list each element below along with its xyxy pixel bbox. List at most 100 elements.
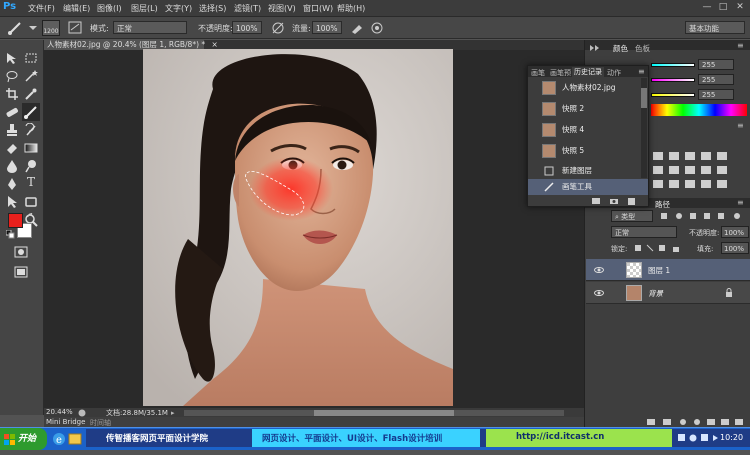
brush-preset-dropdown[interactable] (28, 20, 38, 34)
move-tool-icon[interactable] (5, 51, 19, 65)
brush-tool-active-icon[interactable] (22, 103, 40, 121)
menu-view[interactable]: 视图(V) (268, 3, 296, 14)
tab-color[interactable]: 颜色 (613, 43, 628, 54)
banner-url[interactable]: http://icd.itcast.cn (516, 432, 604, 442)
menu-image[interactable]: 图像(I) (97, 3, 122, 14)
history-snapshot[interactable]: 人物素材02.jpg (528, 78, 640, 98)
history-panel-menu-icon[interactable]: ≡ (638, 67, 648, 76)
taskbar-app-icon[interactable] (68, 432, 82, 446)
quick-mask-icon[interactable] (14, 245, 28, 259)
blur-tool-icon[interactable] (5, 159, 19, 173)
history-footer-icons[interactable] (588, 196, 648, 206)
menu-filter[interactable]: 滤镜(T) (234, 3, 261, 14)
history-step-active[interactable]: 画笔工具 (528, 179, 648, 195)
green-slider[interactable] (651, 78, 695, 82)
menu-layer[interactable]: 图层(L) (131, 3, 158, 14)
red-slider[interactable] (651, 63, 695, 67)
menu-file[interactable]: 文件(F) (28, 3, 55, 14)
document-tab-close-icon[interactable]: × (212, 40, 218, 49)
swap-colors-icon[interactable] (27, 212, 36, 222)
blend-mode-dropdown[interactable]: 正常 (611, 226, 677, 238)
tab-actions[interactable]: 动作 (607, 68, 621, 78)
opacity-field[interactable]: 100% (232, 21, 262, 34)
layer-fill-field[interactable]: 100% (721, 242, 749, 254)
opacity-label: 不透明度: (198, 24, 233, 33)
layer-row-background[interactable]: 背景 (586, 282, 750, 304)
dodge-tool-icon[interactable] (24, 159, 38, 173)
history-snapshot[interactable]: 快照 4 (528, 120, 640, 140)
collapse-panels-icon[interactable] (588, 43, 606, 53)
type-tool-icon[interactable]: T (24, 175, 38, 189)
layer-filter-value: 类型 (621, 213, 636, 221)
brush-size-preview[interactable]: 1200 (42, 20, 60, 36)
maximize-button[interactable]: □ (716, 1, 730, 14)
color-panel-menu-icon[interactable]: ≡ (737, 42, 747, 50)
brush-tool-icon[interactable] (6, 20, 24, 36)
zoom-level[interactable]: 20.44% (46, 408, 73, 416)
history-brush-tool-icon[interactable] (24, 122, 38, 137)
layer-name[interactable]: 背景 (648, 288, 663, 299)
taskbar-ie-icon[interactable]: e (52, 432, 66, 446)
screen-mode-icon[interactable] (14, 265, 28, 279)
flow-field[interactable]: 100% (312, 21, 342, 34)
green-value[interactable]: 255 (698, 74, 734, 85)
tab-brush-presets[interactable]: 画笔预 (550, 68, 571, 78)
minimize-button[interactable]: — (700, 1, 714, 14)
mode-dropdown[interactable]: 正常 (113, 21, 187, 34)
history-scrollbar[interactable] (641, 78, 647, 178)
pressure-opacity-icon[interactable] (271, 21, 285, 34)
eyedropper-tool-icon[interactable] (24, 87, 38, 101)
layer-opacity-field[interactable]: 100% (721, 226, 749, 238)
document-canvas-photo[interactable] (143, 49, 453, 406)
tab-mini-bridge[interactable]: Mini Bridge (46, 418, 85, 426)
blue-value[interactable]: 255 (698, 89, 734, 100)
red-value[interactable]: 255 (698, 59, 734, 70)
status-menu-icon[interactable] (78, 409, 86, 417)
layers-panel-menu-icon[interactable]: ≡ (737, 199, 747, 207)
airbrush-icon[interactable] (350, 21, 364, 34)
foreground-color-swatch[interactable] (8, 213, 23, 228)
workspace-dropdown[interactable]: 基本功能 (685, 21, 745, 34)
start-button[interactable]: 开始 (0, 428, 47, 450)
menu-type[interactable]: 文字(Y) (165, 3, 192, 14)
horizontal-scrollbar[interactable] (184, 410, 564, 416)
visibility-eye-icon[interactable] (594, 265, 604, 275)
gradient-tool-icon[interactable] (24, 141, 38, 155)
menu-window[interactable]: 窗口(W) (303, 3, 333, 14)
history-step[interactable]: 新建图层 (528, 163, 640, 179)
layers-footer-icons[interactable] (645, 417, 749, 427)
layer-filter-icons[interactable] (657, 211, 747, 221)
menu-help[interactable]: 帮助(H) (337, 3, 365, 14)
menu-edit[interactable]: 编辑(E) (63, 3, 90, 14)
layer-name[interactable]: 图层 1 (648, 265, 670, 276)
visibility-eye-icon[interactable] (594, 288, 604, 298)
marquee-tool-icon[interactable] (24, 51, 38, 65)
default-colors-icon[interactable] (5, 229, 15, 239)
eraser-tool-icon[interactable] (5, 141, 19, 155)
healing-brush-tool-icon[interactable] (5, 105, 19, 119)
tab-paths[interactable]: 路径 (655, 199, 670, 210)
tab-history[interactable]: 历史记录 (572, 67, 604, 77)
status-arrow-icon[interactable]: ▸ (171, 409, 179, 417)
pen-tool-icon[interactable] (5, 177, 19, 191)
lock-icons[interactable] (633, 243, 689, 253)
brush-panel-toggle-icon[interactable] (68, 21, 82, 34)
color-spectrum-bar[interactable] (651, 104, 747, 116)
tab-swatches[interactable]: 色板 (635, 43, 650, 54)
layer-filter-dropdown[interactable]: ⌕ 类型 (611, 210, 653, 222)
blue-slider[interactable] (651, 93, 695, 97)
tab-brush[interactable]: 画笔 (531, 68, 545, 78)
clone-stamp-tool-icon[interactable] (5, 123, 19, 137)
crop-tool-icon[interactable] (5, 87, 19, 101)
layer-row-1[interactable]: 图层 1 (586, 259, 750, 281)
rectangle-tool-icon[interactable] (24, 195, 38, 209)
path-selection-tool-icon[interactable] (5, 195, 19, 209)
history-snapshot[interactable]: 快照 2 (528, 99, 640, 119)
history-snapshot[interactable]: 快照 5 (528, 141, 640, 161)
lasso-tool-icon[interactable] (5, 69, 19, 83)
close-button[interactable]: ✕ (733, 1, 747, 14)
adjustments-menu-icon[interactable]: ≡ (737, 122, 747, 130)
magic-wand-tool-icon[interactable] (24, 69, 38, 83)
pressure-size-icon[interactable] (370, 21, 384, 34)
menu-select[interactable]: 选择(S) (199, 3, 226, 14)
